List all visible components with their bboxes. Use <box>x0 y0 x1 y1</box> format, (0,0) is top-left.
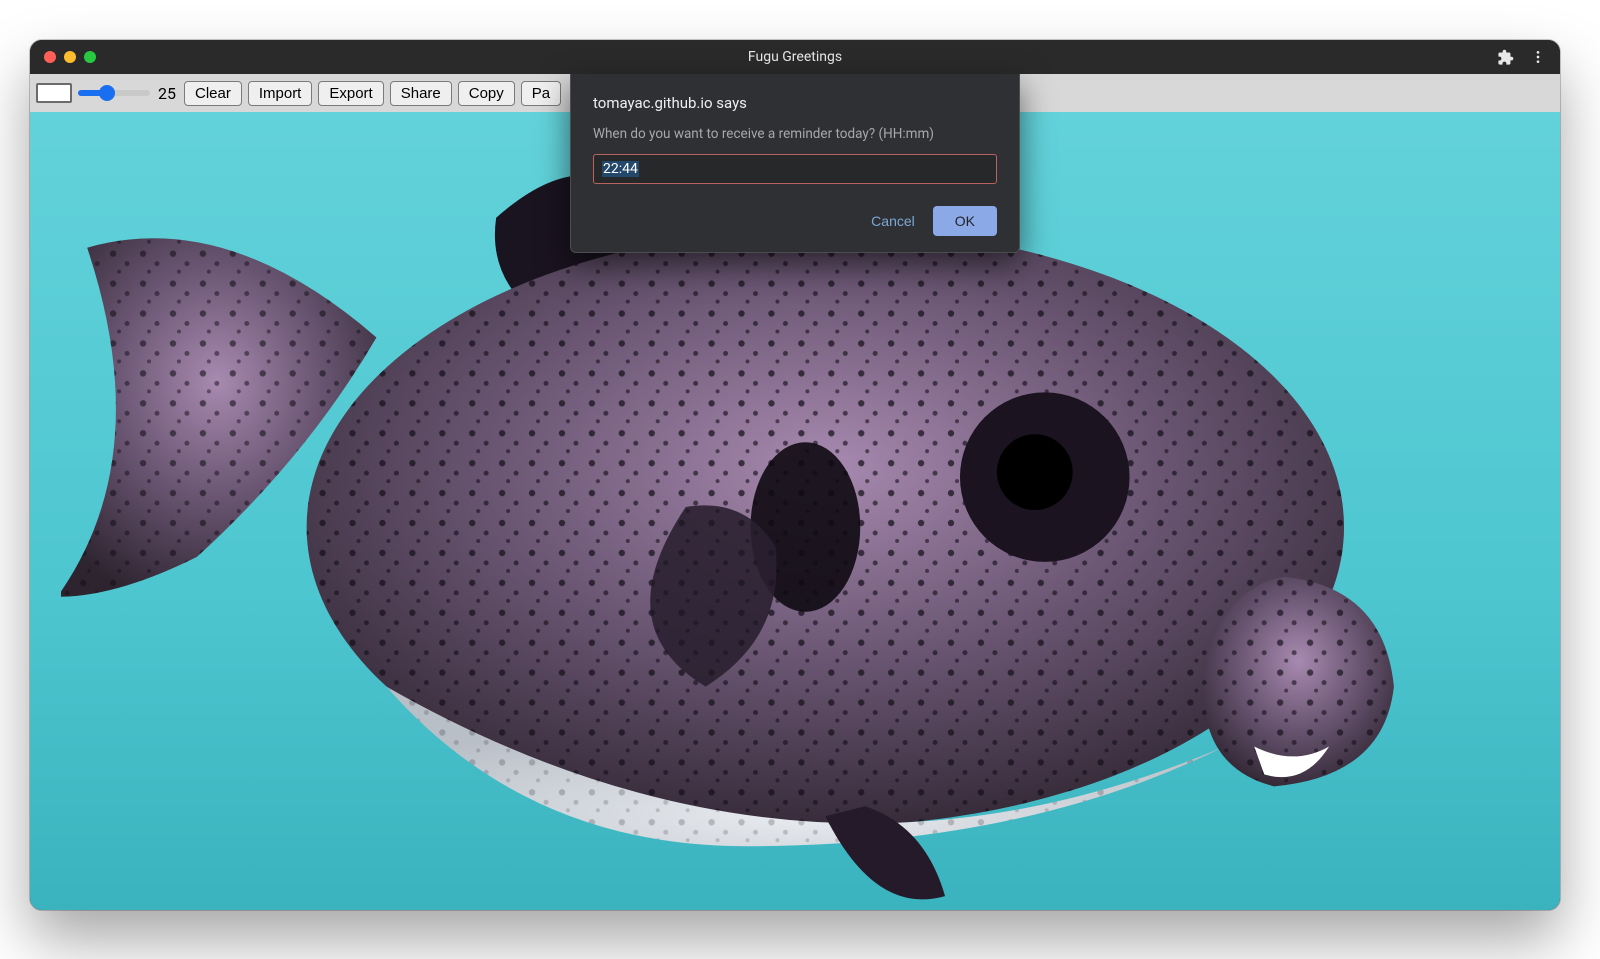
maximize-window-button[interactable] <box>84 51 96 63</box>
window-title: Fugu Greetings <box>30 49 1560 65</box>
brush-size-slider[interactable] <box>78 90 150 96</box>
close-window-button[interactable] <box>44 51 56 63</box>
prompt-cancel-button[interactable]: Cancel <box>871 213 915 229</box>
clear-button[interactable]: Clear <box>184 81 242 106</box>
prompt-input[interactable]: 22:44 <box>593 154 997 184</box>
import-button[interactable]: Import <box>248 81 313 106</box>
window-controls <box>30 51 96 63</box>
minimize-window-button[interactable] <box>64 51 76 63</box>
app-window: Fugu Greetings 25 Clear Import Export Sh… <box>30 40 1560 910</box>
extensions-icon[interactable] <box>1497 49 1514 66</box>
color-picker[interactable] <box>36 83 72 103</box>
titlebar: Fugu Greetings <box>30 40 1560 74</box>
brush-size-value: 25 <box>156 84 178 103</box>
share-button[interactable]: Share <box>390 81 452 106</box>
paste-button-truncated[interactable]: Pa <box>521 81 561 106</box>
copy-button[interactable]: Copy <box>458 81 515 106</box>
js-prompt-dialog: tomayac.github.io says When do you want … <box>570 74 1020 253</box>
prompt-input-value: 22:44 <box>602 161 639 177</box>
prompt-origin: tomayac.github.io says <box>593 94 997 112</box>
kebab-menu-icon[interactable] <box>1530 49 1546 65</box>
export-button[interactable]: Export <box>318 81 383 106</box>
prompt-message: When do you want to receive a reminder t… <box>593 126 997 142</box>
prompt-ok-button[interactable]: OK <box>933 206 997 236</box>
slider-thumb[interactable] <box>99 85 115 101</box>
